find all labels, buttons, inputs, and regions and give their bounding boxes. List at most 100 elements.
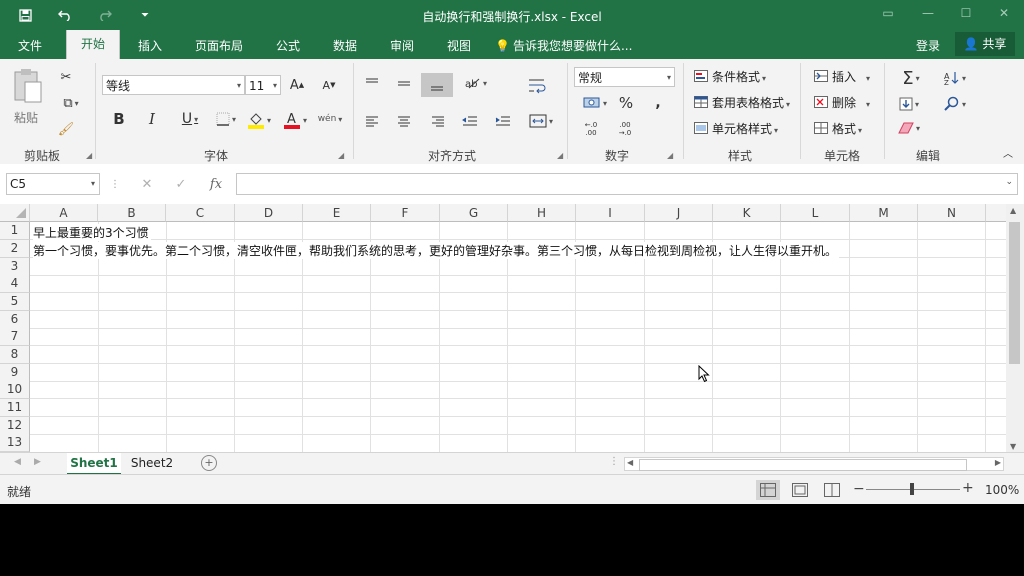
number-launcher-icon[interactable]: ◢ bbox=[667, 151, 673, 160]
tell-me-search[interactable]: 💡 告诉我您想要做什么... bbox=[495, 37, 632, 54]
name-box[interactable]: C5 ▾ bbox=[6, 173, 100, 195]
alignment-launcher-icon[interactable]: ◢ bbox=[557, 151, 563, 160]
cell-a2[interactable]: 第一个习惯，要事优先。第二个习惯，清空收件匣，帮助我们系统的思考，更好的管理好杂… bbox=[33, 242, 840, 259]
column-header[interactable]: K bbox=[713, 204, 781, 222]
column-header[interactable]: M bbox=[850, 204, 918, 222]
row-header[interactable]: 11 bbox=[0, 399, 30, 417]
fill-color-icon[interactable]: ▾ bbox=[244, 109, 274, 131]
conditional-formatting-button[interactable]: 条件格式 ▾ bbox=[694, 68, 766, 85]
clipboard-launcher-icon[interactable]: ◢ bbox=[86, 151, 92, 160]
signin-link[interactable]: 登录 bbox=[916, 37, 940, 54]
increase-indent-icon[interactable] bbox=[493, 111, 513, 131]
next-sheet-icon[interactable]: ▶ bbox=[34, 457, 41, 467]
percent-icon[interactable]: % bbox=[616, 93, 636, 113]
row-header[interactable]: 8 bbox=[0, 346, 30, 364]
middle-align-icon[interactable] bbox=[394, 73, 414, 93]
font-name-select[interactable]: 等线 ▾ bbox=[102, 75, 245, 95]
cell-a1[interactable]: 早上最重要的3个习惯 bbox=[33, 224, 151, 241]
row-header[interactable]: 7 bbox=[0, 328, 30, 346]
align-right-icon[interactable] bbox=[428, 111, 448, 131]
sheet-tab-2[interactable]: Sheet2 bbox=[125, 453, 179, 473]
autosum-icon[interactable]: Σ ▾ bbox=[894, 67, 928, 89]
ribbon-display-icon[interactable]: ▭ bbox=[878, 6, 898, 24]
vertical-scroll-thumb[interactable] bbox=[1009, 222, 1020, 364]
row-header[interactable]: 2 bbox=[0, 240, 30, 258]
insert-cells-button[interactable]: 插入 ▾ bbox=[814, 68, 870, 85]
italic-icon[interactable]: I bbox=[143, 109, 161, 129]
clear-icon[interactable]: ▾ bbox=[894, 117, 924, 139]
row-header[interactable]: 13 bbox=[0, 434, 30, 452]
select-all-corner[interactable] bbox=[0, 204, 30, 222]
format-as-table-button[interactable]: 套用表格格式 ▾ bbox=[694, 94, 790, 111]
paste-label[interactable]: 粘贴 bbox=[14, 109, 38, 126]
page-layout-view-icon[interactable] bbox=[788, 480, 812, 500]
accounting-format-icon[interactable]: ▾ bbox=[580, 93, 610, 113]
normal-view-icon[interactable] bbox=[756, 480, 780, 500]
number-format-select[interactable]: 常规 ▾ bbox=[574, 67, 675, 87]
font-size-select[interactable]: 11 ▾ bbox=[245, 75, 281, 95]
orientation-icon[interactable]: ab ▾ bbox=[462, 73, 490, 93]
decrease-font-icon[interactable]: A ▼ bbox=[320, 75, 338, 95]
font-color-icon[interactable]: A ▾ bbox=[280, 109, 310, 131]
add-sheet-icon[interactable]: + bbox=[201, 455, 217, 471]
page-break-view-icon[interactable] bbox=[820, 480, 844, 500]
column-header[interactable]: C bbox=[166, 204, 235, 222]
column-header[interactable]: I bbox=[576, 204, 645, 222]
row-header[interactable]: 5 bbox=[0, 293, 30, 311]
cell-styles-button[interactable]: 单元格样式 ▾ bbox=[694, 120, 778, 137]
collapse-ribbon-icon[interactable]: ︿ bbox=[1000, 145, 1016, 160]
insert-function-icon[interactable]: fx bbox=[206, 176, 226, 192]
expand-formula-icon[interactable]: ⌄ bbox=[1005, 177, 1013, 187]
column-header[interactable]: E bbox=[303, 204, 371, 222]
tab-home[interactable]: 开始 bbox=[66, 30, 121, 59]
tab-page-layout[interactable]: 页面布局 bbox=[195, 37, 243, 54]
borders-icon[interactable]: ▾ bbox=[212, 109, 240, 129]
column-header[interactable]: J bbox=[645, 204, 713, 222]
tab-file[interactable]: 文件 bbox=[18, 37, 42, 54]
wrap-text-icon[interactable] bbox=[526, 75, 548, 97]
scroll-down-icon[interactable]: ▼ bbox=[1010, 442, 1016, 451]
minimize-icon[interactable]: — bbox=[918, 6, 938, 24]
worksheet-grid[interactable]: A B C D E F G H I J K L M N 1 2 3 4 5 6 … bbox=[0, 204, 1006, 452]
vertical-scrollbar[interactable]: ▲ ▼ bbox=[1006, 204, 1024, 456]
selected-cell[interactable] bbox=[167, 293, 234, 310]
row-header[interactable]: 10 bbox=[0, 381, 30, 399]
column-header[interactable]: F bbox=[371, 204, 440, 222]
confirm-entry-icon[interactable]: ✓ bbox=[172, 176, 190, 192]
zoom-slider-thumb[interactable] bbox=[910, 483, 914, 495]
decrease-indent-icon[interactable] bbox=[460, 111, 480, 131]
maximize-icon[interactable]: ☐ bbox=[956, 6, 976, 24]
tab-insert[interactable]: 插入 bbox=[138, 37, 162, 54]
tab-split-grip-icon[interactable]: ⋮ bbox=[609, 456, 619, 467]
font-launcher-icon[interactable]: ◢ bbox=[338, 151, 344, 160]
formula-input[interactable]: ⌄ bbox=[236, 173, 1018, 195]
scroll-right-icon[interactable]: ▶ bbox=[995, 458, 1001, 467]
row-header[interactable]: 12 bbox=[0, 417, 30, 435]
close-icon[interactable]: ✕ bbox=[994, 6, 1014, 24]
prev-sheet-icon[interactable]: ◀ bbox=[14, 457, 21, 467]
bold-icon[interactable]: B bbox=[110, 109, 128, 129]
merge-center-icon[interactable]: ▾ bbox=[524, 111, 558, 131]
align-left-icon[interactable] bbox=[362, 111, 382, 131]
column-header[interactable]: L bbox=[781, 204, 850, 222]
tab-formulas[interactable]: 公式 bbox=[276, 37, 300, 54]
fill-icon[interactable]: ▾ bbox=[894, 93, 924, 115]
top-align-icon[interactable] bbox=[362, 73, 382, 93]
zoom-level[interactable]: 100% bbox=[985, 483, 1019, 497]
share-button[interactable]: 👤 共享 bbox=[955, 32, 1015, 56]
bottom-align-icon[interactable] bbox=[421, 73, 453, 97]
find-select-icon[interactable]: ▾ bbox=[940, 93, 970, 115]
cancel-entry-icon[interactable]: ✕ bbox=[138, 176, 156, 192]
column-header[interactable]: A bbox=[30, 204, 98, 222]
cut-icon[interactable]: ✂ bbox=[56, 67, 76, 87]
format-cells-button[interactable]: 格式 ▾ bbox=[814, 120, 862, 137]
column-header[interactable]: G bbox=[440, 204, 508, 222]
comma-style-icon[interactable]: , bbox=[648, 93, 668, 113]
scroll-up-icon[interactable]: ▲ bbox=[1010, 206, 1016, 215]
increase-font-icon[interactable]: A ▲ bbox=[288, 75, 306, 95]
copy-icon[interactable]: ⧉ ▾ bbox=[54, 93, 88, 113]
paste-icon[interactable] bbox=[10, 67, 46, 107]
column-header[interactable]: B bbox=[98, 204, 166, 222]
horizontal-scrollbar[interactable]: ◀ ▶ bbox=[624, 457, 1004, 471]
column-header[interactable]: D bbox=[235, 204, 303, 222]
